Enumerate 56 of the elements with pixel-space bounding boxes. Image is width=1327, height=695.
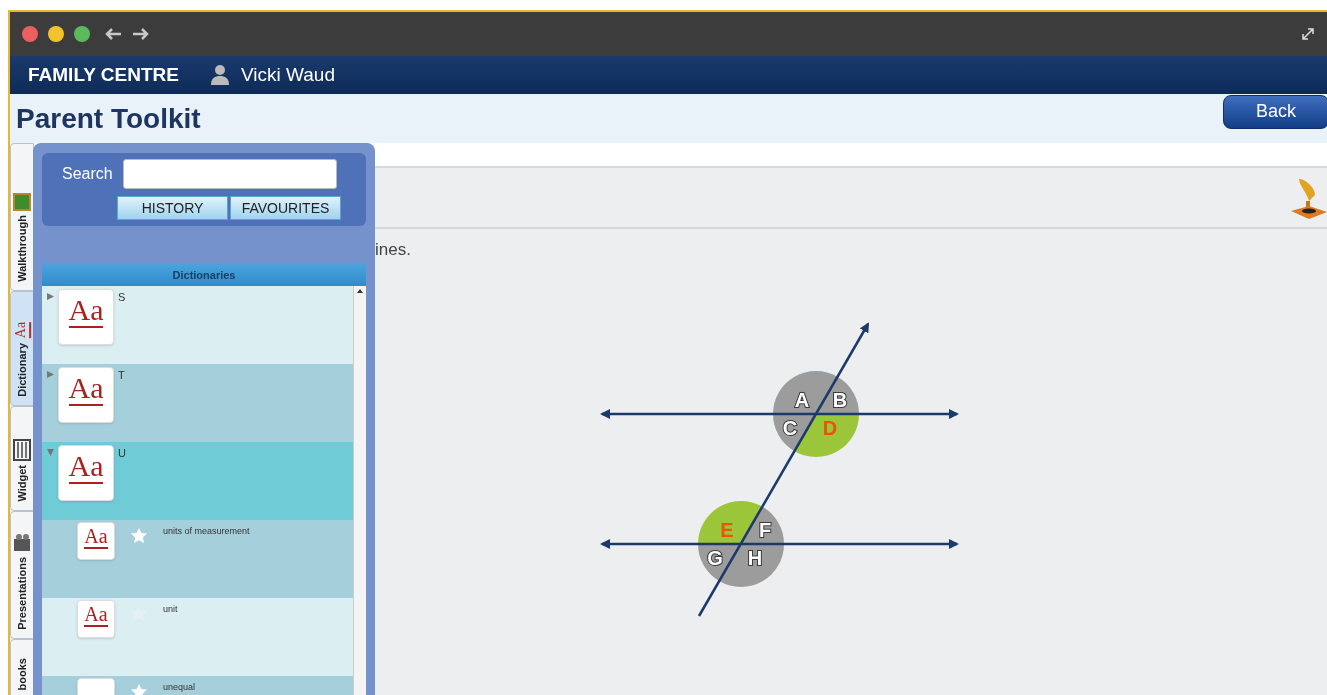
brand-title: FAMILY CENTRE <box>28 62 179 87</box>
abacus-icon <box>13 439 31 462</box>
angle-label: B <box>832 389 848 411</box>
angle-label: F <box>758 519 772 541</box>
side-tab[interactable]: books <box>10 639 34 695</box>
term-label: unit <box>163 603 178 616</box>
dictionary-icon: Aa <box>58 445 114 501</box>
side-tab[interactable]: Walkthrough <box>10 143 34 291</box>
letter-heading: T <box>118 368 125 383</box>
instruction-text: ines. <box>375 239 411 261</box>
term-row[interactable]: Aa units of measurement <box>42 520 353 598</box>
expand-icon[interactable] <box>1301 27 1315 41</box>
term-label: units of measurement <box>163 525 250 538</box>
angle-label: A <box>794 389 810 411</box>
back-arrow-icon[interactable] <box>104 27 122 41</box>
scroll-up-icon[interactable] <box>357 289 363 293</box>
dictionary-icon: Aa <box>58 367 114 423</box>
user-name: Vicki Waud <box>241 62 335 87</box>
list-header: Dictionaries <box>42 264 366 286</box>
dictionary-icon: Aa <box>77 600 115 638</box>
tab-button[interactable]: FAVOURITES <box>230 196 341 220</box>
user-icon <box>211 65 229 85</box>
term-row[interactable]: unequal <box>42 676 353 695</box>
angle-label: C <box>782 417 798 439</box>
term-label: unequal <box>163 681 196 694</box>
side-tab[interactable]: Presentations <box>10 511 34 639</box>
back-button[interactable]: Back <box>1223 94 1327 129</box>
tab-button[interactable]: HISTORY <box>117 196 228 220</box>
side-tab[interactable]: Widget <box>10 406 34 511</box>
projector-icon <box>13 533 31 554</box>
letter-heading: U <box>118 446 126 461</box>
dictionary-row[interactable]: Aa T <box>42 364 353 442</box>
expanded-triangle-icon[interactable] <box>47 449 54 456</box>
search-label: Search <box>62 164 113 184</box>
angle-label: H <box>747 547 763 569</box>
angle-label: E <box>720 519 734 541</box>
page-title: Parent Toolkit <box>16 101 201 136</box>
minimize-window-button[interactable] <box>48 26 64 42</box>
chalkboard-icon <box>13 193 31 212</box>
close-window-button[interactable] <box>22 26 38 42</box>
dictionary-row[interactable]: Aa S <box>42 286 353 364</box>
dictionary-icon: Aa <box>58 289 114 345</box>
scrollbar[interactable] <box>353 286 366 695</box>
angle-label: D <box>822 417 838 439</box>
collapsed-triangle-icon[interactable] <box>47 293 54 300</box>
dictionary-icon: Aa <box>77 522 115 560</box>
side-tab[interactable]: Dictionary Aa <box>10 291 34 406</box>
star-icon[interactable] <box>131 528 147 544</box>
letter-heading: S <box>118 290 126 305</box>
dictionary-row[interactable]: Aa U <box>42 442 353 520</box>
angle-label: G <box>707 547 723 569</box>
maximize-window-button[interactable] <box>74 26 90 42</box>
term-row[interactable]: Aa unit <box>42 598 353 676</box>
collapsed-triangle-icon[interactable] <box>47 371 54 378</box>
forward-arrow-icon[interactable] <box>132 27 150 41</box>
search-field[interactable] <box>122 159 337 189</box>
